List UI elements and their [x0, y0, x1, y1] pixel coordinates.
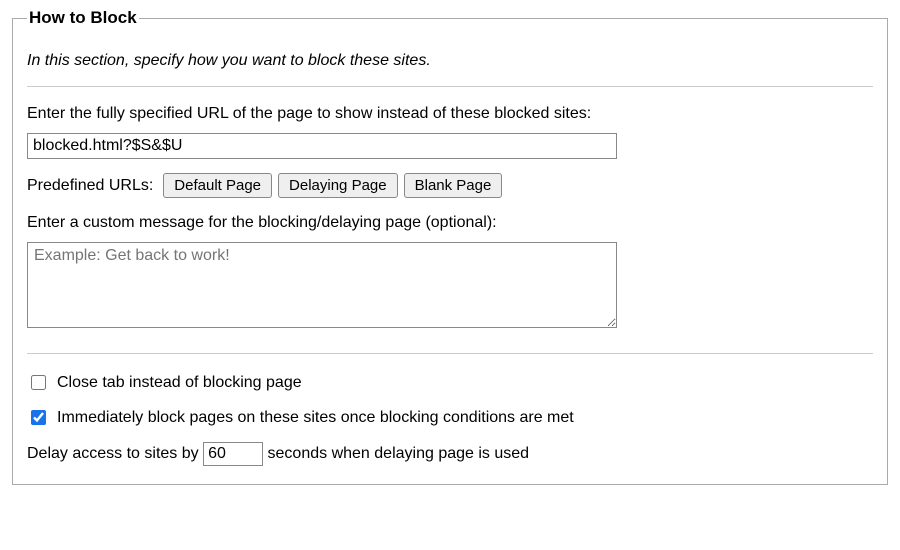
immediate-block-label[interactable]: Immediately block pages on these sites o… — [57, 409, 574, 427]
divider — [27, 86, 873, 87]
blank-page-button[interactable]: Blank Page — [404, 173, 503, 198]
how-to-block-fieldset: How to Block In this section, specify ho… — [12, 8, 888, 485]
default-page-button[interactable]: Default Page — [163, 173, 272, 198]
delay-after-text: seconds when delaying page is used — [268, 445, 530, 462]
divider — [27, 353, 873, 354]
fieldset-legend: How to Block — [27, 8, 139, 28]
section-intro: In this section, specify how you want to… — [27, 52, 873, 70]
blocked-url-input[interactable] — [27, 133, 617, 159]
close-tab-label[interactable]: Close tab instead of blocking page — [57, 374, 302, 392]
custom-message-prompt: Enter a custom message for the blocking/… — [27, 214, 873, 232]
predefined-urls-row: Predefined URLs: Default Page Delaying P… — [27, 173, 873, 198]
custom-message-textarea[interactable] — [27, 242, 617, 328]
immediate-block-checkbox[interactable] — [31, 410, 46, 425]
delay-seconds-input[interactable] — [203, 442, 263, 466]
predefined-urls-label: Predefined URLs: — [27, 177, 153, 195]
delay-access-row: Delay access to sites by seconds when de… — [27, 442, 873, 466]
immediate-block-option-row: Immediately block pages on these sites o… — [27, 407, 873, 428]
delaying-page-button[interactable]: Delaying Page — [278, 173, 398, 198]
delay-before-text: Delay access to sites by — [27, 445, 199, 462]
close-tab-checkbox[interactable] — [31, 375, 46, 390]
url-prompt-label: Enter the fully specified URL of the pag… — [27, 105, 873, 123]
close-tab-option-row: Close tab instead of blocking page — [27, 372, 873, 393]
